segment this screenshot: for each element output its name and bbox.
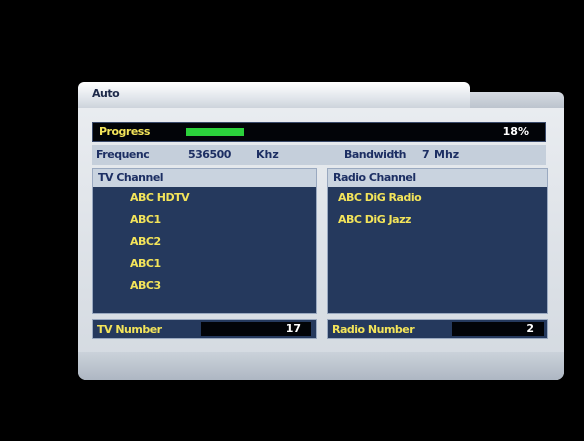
radio-number-label: Radio Number (332, 323, 415, 336)
frequency-value: 536500 (188, 148, 231, 161)
radio-channel-list[interactable]: ABC DiG Radio ABC DiG Jazz (328, 187, 547, 231)
radio-channel-item[interactable]: ABC DiG Jazz (328, 209, 547, 231)
frequency-row: Frequenc 536500 Khz Bandwidth 7 Mhz (92, 145, 546, 165)
frequency-label: Frequenc (96, 148, 150, 161)
tv-channel-item[interactable]: ABC1 (93, 253, 316, 275)
bandwidth-value: 7 (422, 148, 430, 161)
radio-number-value: 2 (452, 322, 544, 336)
radio-number-row: Radio Number 2 (327, 319, 548, 339)
tv-number-label: TV Number (97, 323, 162, 336)
tv-channel-item[interactable]: ABC3 (93, 275, 316, 297)
radio-channel-header: Radio Channel (328, 169, 547, 187)
tv-channel-item[interactable]: ABC HDTV (93, 187, 316, 209)
window-footer (78, 352, 564, 380)
tv-number-row: TV Number 17 (92, 319, 317, 339)
bandwidth-unit: Mhz (434, 148, 460, 161)
bandwidth-label: Bandwidth (344, 148, 406, 161)
progress-percent: 18% (502, 125, 529, 138)
tv-number-value: 17 (201, 322, 311, 336)
tv-channel-header: TV Channel (93, 169, 316, 187)
tv-channel-list[interactable]: ABC HDTV ABC1 ABC2 ABC1 ABC3 (93, 187, 316, 297)
progress-bar-fill (186, 128, 244, 136)
progress-row: Progress 18% (92, 122, 546, 142)
window-title-tab (78, 82, 470, 110)
tv-channel-panel: TV Channel ABC HDTV ABC1 ABC2 ABC1 ABC3 (92, 168, 317, 314)
progress-bar (186, 128, 244, 136)
radio-channel-item[interactable]: ABC DiG Radio (328, 187, 547, 209)
window-title: Auto (92, 87, 120, 100)
frequency-unit: Khz (256, 148, 279, 161)
tv-channel-item[interactable]: ABC2 (93, 231, 316, 253)
tv-channel-item[interactable]: ABC1 (93, 209, 316, 231)
progress-label: Progress (99, 125, 150, 138)
radio-channel-panel: Radio Channel ABC DiG Radio ABC DiG Jazz (327, 168, 548, 314)
